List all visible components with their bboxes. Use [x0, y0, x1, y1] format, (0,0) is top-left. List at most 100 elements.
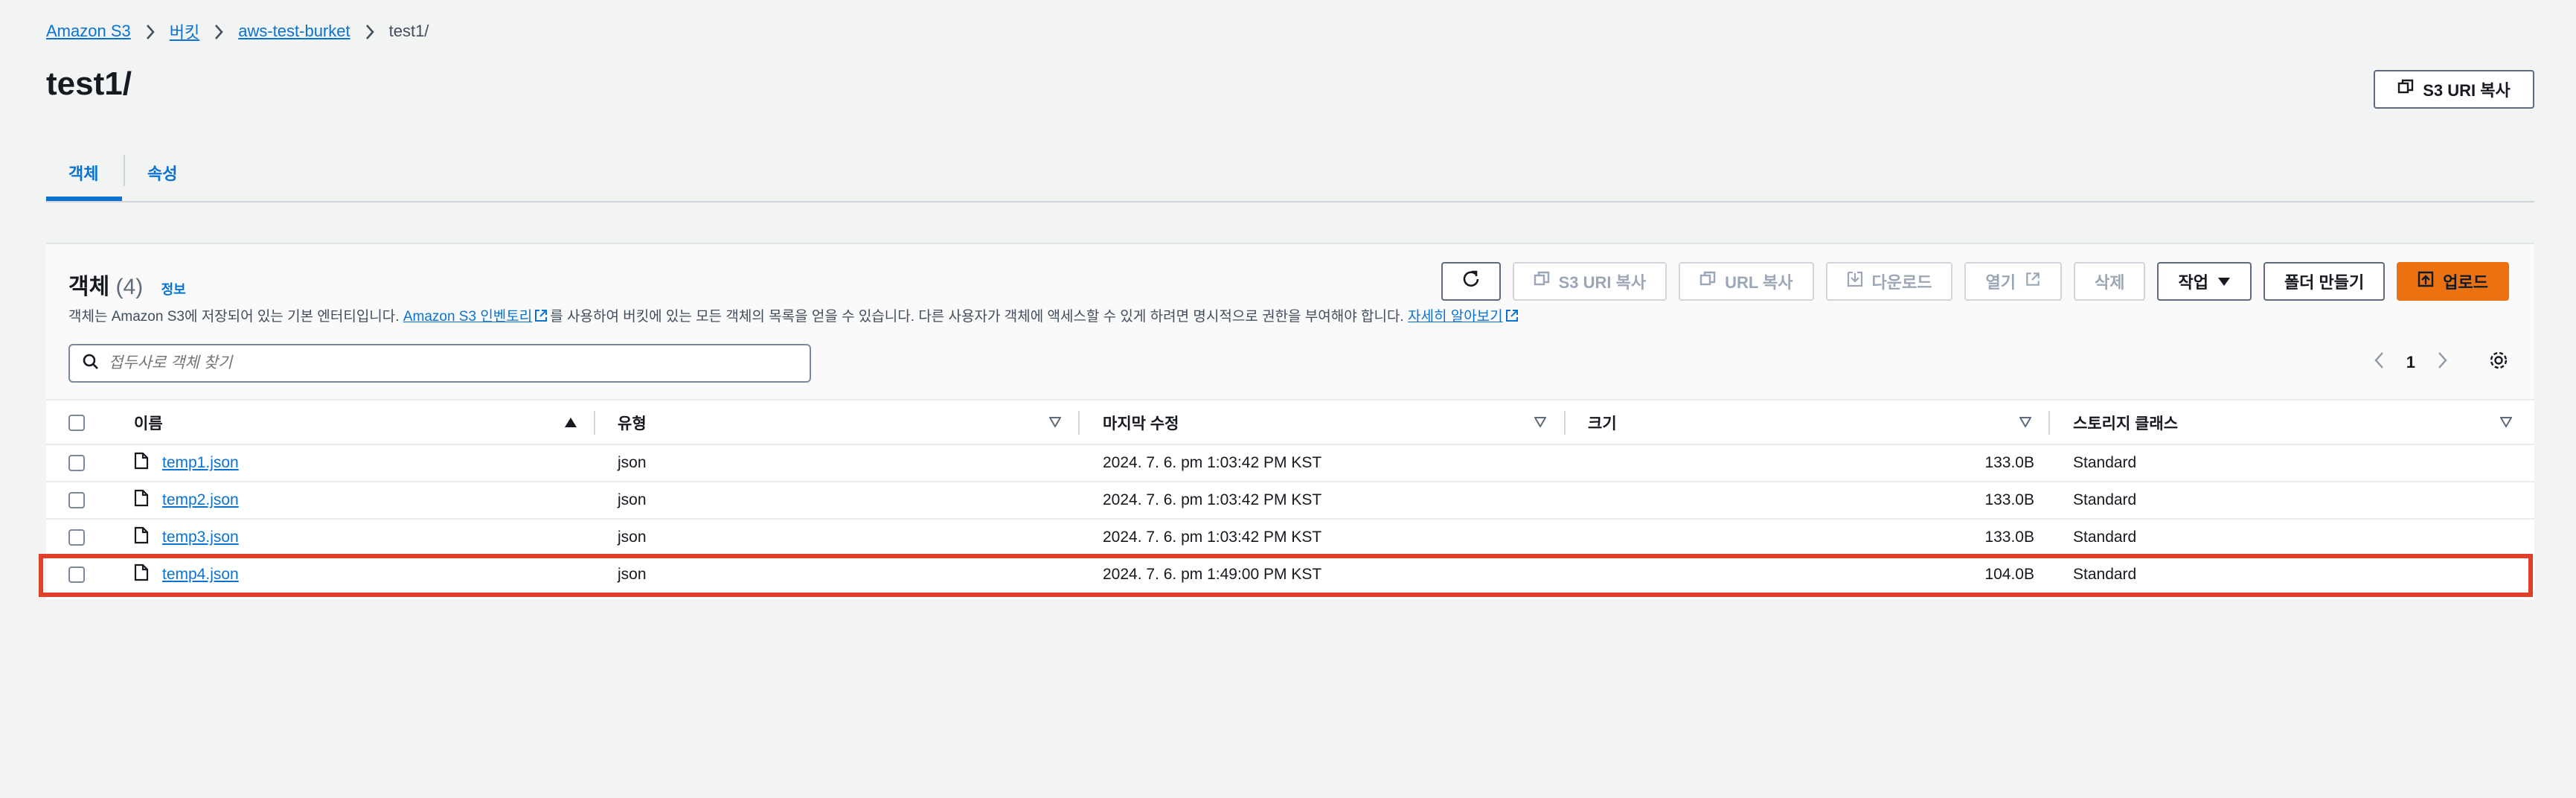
create-folder-button[interactable]: 폴더 만들기	[2263, 262, 2386, 301]
objects-heading: 객체 (4) 정보	[68, 268, 186, 301]
chevron-right-icon	[199, 22, 238, 41]
column-divider	[1564, 411, 1566, 435]
row-select-cell	[68, 482, 85, 518]
chevron-left-icon[interactable]	[2374, 351, 2384, 374]
column-header-last-modified[interactable]: 마지막 수정	[1103, 400, 1179, 445]
file-icon	[134, 526, 149, 549]
name-cell: temp1.json	[134, 445, 239, 481]
storage-class-cell: Standard	[2073, 566, 2137, 583]
create-folder-label: 폴더 만들기	[2284, 273, 2365, 292]
type-cell: json	[618, 566, 647, 583]
tab-properties[interactable]: 속성	[147, 161, 177, 185]
search-input[interactable]	[109, 354, 778, 372]
external-link-icon	[1505, 308, 1519, 328]
tab-objects[interactable]: 객체	[68, 161, 98, 185]
breadcrumb-amazon-s3[interactable]: Amazon S3	[46, 22, 131, 41]
storage-class-cell: Standard	[2073, 454, 2137, 471]
type-cell: json	[618, 491, 647, 508]
inventory-link[interactable]: Amazon S3 인벤토리	[403, 309, 532, 325]
table-row[interactable]: temp3.json json 2024. 7. 6. pm 1:03:42 P…	[46, 520, 2534, 557]
objects-description: 객체는 Amazon S3에 저장되어 있는 기본 엔터티입니다. Amazon…	[68, 305, 1521, 328]
objects-table: 이름 유형 마지막 수정 크기 스토리지 클래스 temp1.json json…	[46, 399, 2534, 594]
info-link[interactable]: 정보	[161, 282, 186, 297]
name-cell: temp2.json	[134, 482, 239, 518]
download-button[interactable]: 다운로드	[1825, 262, 1953, 301]
upload-button[interactable]: 업로드	[2397, 262, 2509, 301]
row-checkbox[interactable]	[68, 566, 85, 583]
upload-icon	[2418, 271, 2434, 292]
select-all-cell	[68, 400, 85, 445]
download-label: 다운로드	[1871, 273, 1932, 292]
column-divider	[2048, 411, 2050, 435]
object-name-link[interactable]: temp2.json	[162, 491, 239, 509]
column-header-storage-class[interactable]: 스토리지 클래스	[2073, 400, 2178, 445]
table-row[interactable]: temp4.json json 2024. 7. 6. pm 1:49:00 P…	[46, 557, 2534, 594]
row-select-cell	[68, 557, 85, 593]
chevron-right-icon[interactable]	[2438, 351, 2448, 374]
page-title: test1/	[46, 66, 132, 102]
delete-button[interactable]: 삭제	[2073, 262, 2146, 301]
row-select-cell	[68, 445, 85, 481]
size-cell: 133.0B	[1984, 491, 2034, 508]
open-label: 열기	[1985, 273, 2016, 292]
last-modified-cell: 2024. 7. 6. pm 1:49:00 PM KST	[1103, 566, 1322, 583]
actions-menu-label: 작업	[2178, 273, 2208, 292]
column-header-size[interactable]: 크기	[1588, 400, 1617, 445]
download-icon	[1847, 271, 1863, 292]
select-all-checkbox[interactable]	[68, 415, 85, 431]
sort-descending-icon[interactable]	[2019, 417, 2032, 431]
external-link-icon	[534, 308, 548, 328]
open-button[interactable]: 열기	[1964, 262, 2062, 301]
table-row[interactable]: temp1.json json 2024. 7. 6. pm 1:03:42 P…	[46, 445, 2534, 482]
file-icon	[134, 452, 149, 474]
column-header-type[interactable]: 유형	[618, 400, 647, 445]
caret-down-icon	[2217, 272, 2231, 291]
external-link-icon	[2025, 271, 2041, 292]
refresh-icon	[1461, 269, 1481, 294]
storage-class-cell: Standard	[2073, 529, 2137, 546]
gear-icon[interactable]	[2488, 350, 2509, 375]
copy-url-label: URL 복사	[1725, 273, 1793, 292]
sort-descending-icon[interactable]	[1048, 417, 1062, 431]
column-header-name[interactable]: 이름	[134, 400, 163, 445]
copy-icon	[2397, 79, 2414, 100]
tab-bar: 객체 속성	[46, 146, 2534, 202]
refresh-button[interactable]	[1441, 262, 1501, 301]
file-icon	[134, 564, 149, 586]
copy-url-button[interactable]: URL 복사	[1679, 262, 1814, 301]
size-cell: 104.0B	[1984, 566, 2034, 583]
pagination: 1	[2374, 350, 2509, 375]
objects-panel-header: 객체 (4) 정보 객체는 Amazon S3에 저장되어 있는 기본 엔터티입…	[46, 244, 2534, 399]
description-text-1: 객체는 Amazon S3에 저장되어 있는 기본 엔터티입니다.	[68, 309, 400, 325]
breadcrumb-buckets[interactable]: 버킷	[170, 19, 199, 43]
type-cell: json	[618, 454, 647, 471]
chevron-right-icon	[350, 22, 389, 41]
last-modified-cell: 2024. 7. 6. pm 1:03:42 PM KST	[1103, 529, 1322, 546]
object-name-link[interactable]: temp3.json	[162, 529, 239, 546]
object-name-link[interactable]: temp4.json	[162, 566, 239, 584]
copy-s3-uri-label: S3 URI 복사	[2423, 81, 2511, 100]
breadcrumb-current-folder: test1/	[388, 22, 429, 40]
objects-count: (4)	[115, 275, 144, 299]
current-page-number[interactable]: 1	[2406, 353, 2415, 372]
table-row[interactable]: temp2.json json 2024. 7. 6. pm 1:03:42 P…	[46, 482, 2534, 520]
sort-descending-icon[interactable]	[1534, 417, 1547, 431]
row-checkbox[interactable]	[68, 492, 85, 508]
last-modified-cell: 2024. 7. 6. pm 1:03:42 PM KST	[1103, 454, 1322, 471]
table-header: 이름 유형 마지막 수정 크기 스토리지 클래스	[46, 399, 2534, 445]
size-cell: 133.0B	[1984, 454, 2034, 471]
storage-class-cell: Standard	[2073, 491, 2137, 508]
sort-descending-icon[interactable]	[2499, 417, 2513, 431]
actions-menu-button[interactable]: 작업	[2157, 262, 2252, 301]
search-field[interactable]	[68, 344, 811, 383]
type-cell: json	[618, 529, 647, 546]
copy-s3-uri-disabled-button[interactable]: S3 URI 복사	[1512, 262, 1667, 301]
sort-ascending-icon[interactable]	[564, 417, 577, 432]
row-checkbox[interactable]	[68, 529, 85, 546]
object-name-link[interactable]: temp1.json	[162, 454, 239, 472]
copy-s3-uri-button[interactable]: S3 URI 복사	[2374, 70, 2534, 109]
objects-toolbar: S3 URI 복사 URL 복사 다운로드 열기 삭제 작업 폴더 만들기 업로…	[1441, 262, 2509, 301]
learn-more-link[interactable]: 자세히 알아보기	[1408, 309, 1503, 325]
row-checkbox[interactable]	[68, 455, 85, 471]
breadcrumb-bucket[interactable]: aws-test-burket	[238, 22, 350, 41]
